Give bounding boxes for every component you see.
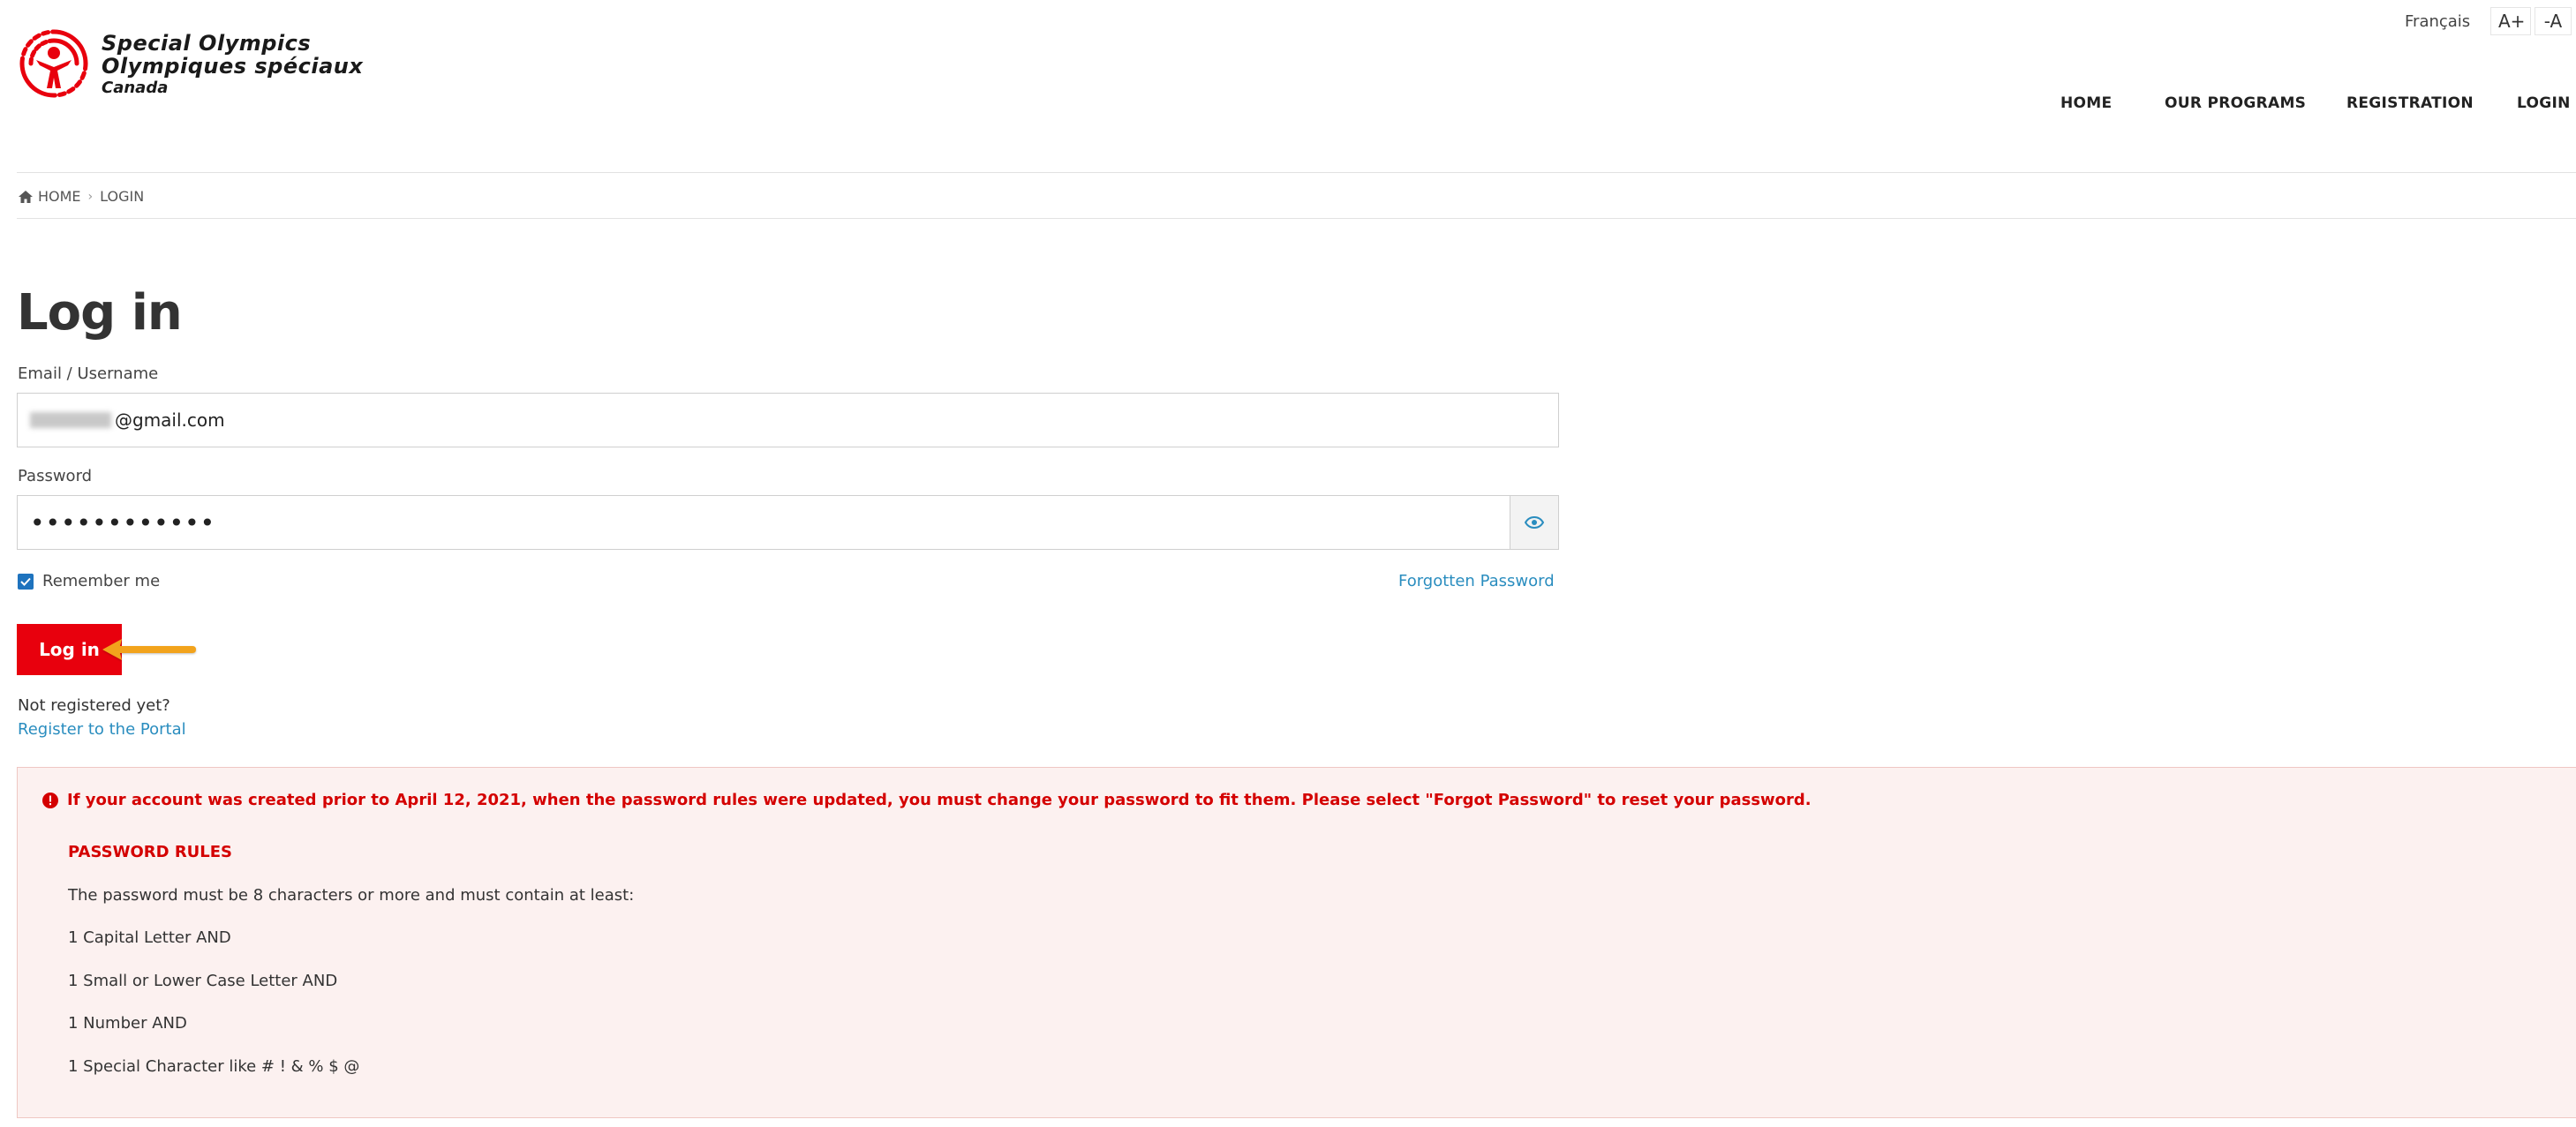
alert-header: If your account was created prior to Apr… (42, 791, 1811, 809)
font-increase-button[interactable]: A+ (2490, 7, 2531, 35)
remember-me-checkbox[interactable] (18, 573, 34, 590)
email-value: @gmail.com (115, 409, 225, 431)
eye-icon (1525, 516, 1544, 529)
home-icon (19, 190, 33, 203)
email-field[interactable]: @gmail.com (17, 393, 1559, 447)
logo-line-1: Special Olympics (102, 31, 312, 56)
password-rules-alert: If your account was created prior to Apr… (17, 767, 2576, 1118)
show-password-button[interactable] (1510, 495, 1559, 550)
nav-login[interactable]: LOGIN (2517, 94, 2571, 112)
site-logo[interactable]: Special Olympics Olympiques spéciaux Can… (17, 26, 388, 106)
logo-wordmark: Special Olympics Olympiques spéciaux Can… (102, 32, 363, 99)
password-value: •••••••••••• (30, 507, 216, 537)
breadcrumb-divider (17, 218, 2576, 219)
register-link[interactable]: Register to the Portal (18, 720, 186, 739)
page-title: Log in (17, 284, 183, 342)
remember-me-label: Remember me (42, 572, 161, 590)
not-registered-text: Not registered yet? (18, 696, 170, 715)
forgot-password-link[interactable]: Forgotten Password (1398, 572, 1555, 590)
breadcrumb: HOME › LOGIN (19, 188, 144, 205)
logo-line-2: Olympiques spéciaux (102, 54, 364, 79)
check-icon (20, 577, 31, 586)
header-divider (17, 172, 2576, 173)
nav-home[interactable]: HOME (2060, 94, 2112, 112)
remember-me[interactable]: Remember me (18, 572, 160, 590)
password-rule: 1 Capital Letter AND (68, 928, 231, 947)
special-olympics-emblem-icon (19, 29, 88, 98)
password-rule: 1 Special Character like # ! & % $ @ (68, 1057, 360, 1076)
password-label: Password (18, 467, 93, 485)
redacted-email-prefix (30, 412, 111, 428)
password-rules-title: PASSWORD RULES (68, 843, 233, 861)
breadcrumb-home-link[interactable]: HOME (38, 188, 81, 205)
nav-our-programs[interactable]: OUR PROGRAMS (2165, 94, 2306, 112)
language-switch-link[interactable]: Français (2405, 12, 2470, 31)
alert-message: If your account was created prior to Apr… (67, 791, 1811, 809)
pointer-arrow-icon (102, 639, 196, 660)
font-decrease-button[interactable]: -A (2535, 7, 2572, 35)
password-rules-intro: The password must be 8 characters or mor… (68, 886, 635, 905)
breadcrumb-separator-icon: › (87, 189, 94, 204)
logo-line-3: Canada (102, 79, 169, 97)
error-circle-icon (42, 792, 58, 808)
password-rule: 1 Number AND (68, 1014, 187, 1033)
breadcrumb-current: LOGIN (100, 188, 145, 205)
password-rule: 1 Small or Lower Case Letter AND (68, 972, 338, 990)
email-label: Email / Username (18, 364, 159, 383)
nav-registration[interactable]: REGISTRATION (2346, 94, 2474, 112)
password-field[interactable]: •••••••••••• (17, 495, 1510, 550)
